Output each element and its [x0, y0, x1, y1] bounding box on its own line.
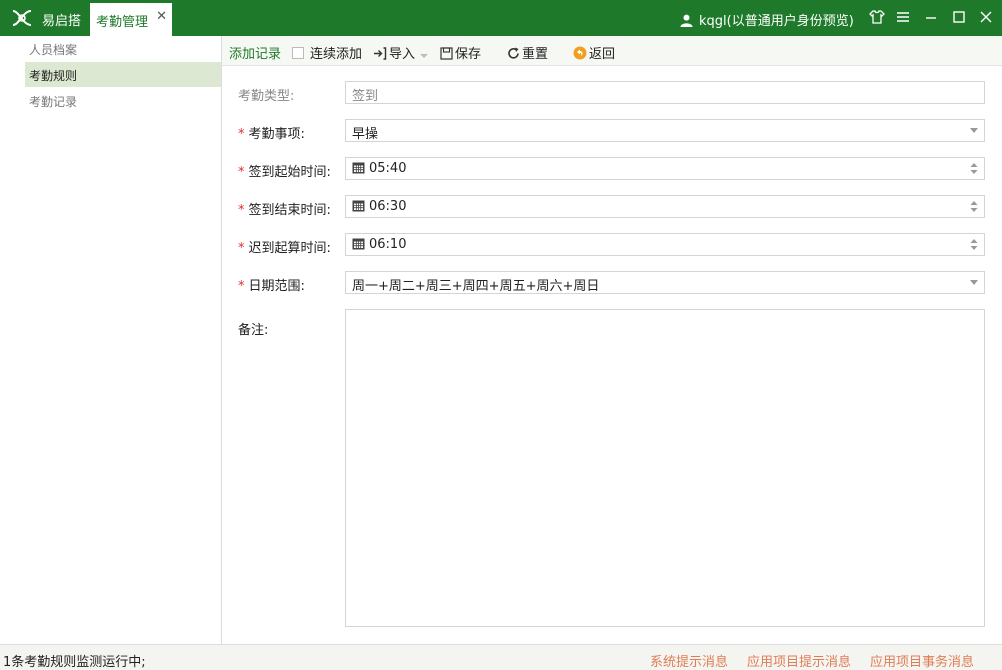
remark-textarea[interactable] — [345, 309, 985, 627]
app-name-tab[interactable]: 易启搭 — [42, 10, 81, 29]
status-text: 1条考勤规则监测运行中; — [3, 655, 146, 670]
tab-label: 考勤管理 — [96, 15, 149, 30]
sidebar-item-attendance-records[interactable]: 考勤记录 — [25, 88, 221, 113]
user-name: kqgl(以普通用户身份预览) — [699, 14, 854, 29]
late-time-label-text: 迟到起算时间: — [248, 241, 331, 256]
start-time-label-text: 签到起始时间: — [248, 165, 331, 180]
spinner-icon[interactable] — [970, 238, 978, 251]
item-label: * 考勤事项: — [238, 123, 305, 142]
checkbox[interactable] — [292, 47, 304, 59]
late-time-value: 06:10 — [369, 237, 407, 252]
required-mark: * — [238, 203, 245, 218]
calendar-icon — [352, 238, 365, 250]
remark-label: 备注: — [238, 323, 269, 338]
reset-button[interactable]: 重置 — [507, 43, 548, 62]
end-time-input[interactable]: 06:30 — [345, 195, 985, 218]
spinner-icon[interactable] — [970, 200, 978, 213]
title-bar: 易启搭 考勤管理 ✕ kqgl(以普通用户身份预览) — [0, 0, 1002, 36]
date-range-value: 周一+周二+周三+周四+周五+周六+周日 — [352, 279, 600, 294]
reset-label: 重置 — [522, 47, 549, 62]
spinner-icon[interactable] — [970, 162, 978, 175]
chevron-down-icon — [420, 54, 429, 58]
import-button[interactable]: 导入 — [373, 43, 431, 62]
continuous-add-checkbox[interactable]: 连续添加 — [292, 43, 362, 62]
date-range-select[interactable]: 周一+周二+周三+周四+周五+周六+周日 — [345, 271, 985, 294]
required-mark: * — [238, 279, 245, 294]
import-label: 导入 — [389, 47, 416, 62]
chevron-down-icon — [970, 128, 978, 133]
user-info[interactable]: kqgl(以普通用户身份预览) — [680, 10, 854, 29]
minimize-icon[interactable] — [922, 8, 940, 26]
end-time-value: 06:30 — [369, 199, 407, 214]
start-time-value: 05:40 — [369, 161, 407, 176]
maximize-icon[interactable] — [950, 8, 968, 26]
import-icon — [374, 47, 387, 60]
item-value: 早操 — [352, 127, 379, 142]
save-label: 保存 — [455, 47, 482, 62]
tab-attendance-management[interactable]: 考勤管理 ✕ — [90, 3, 172, 36]
back-label: 返回 — [589, 47, 616, 62]
back-icon — [573, 46, 587, 60]
app-logo-icon — [12, 10, 32, 26]
close-icon[interactable]: ✕ — [156, 9, 167, 24]
calendar-icon — [352, 200, 365, 212]
back-button[interactable]: 返回 — [573, 43, 615, 62]
sidebar-item-label: 考勤规则 — [29, 69, 78, 83]
user-icon — [680, 14, 693, 27]
start-time-label: * 签到起始时间: — [238, 161, 331, 180]
required-mark: * — [238, 127, 245, 142]
required-mark: * — [238, 241, 245, 256]
late-time-label: * 迟到起算时间: — [238, 237, 331, 256]
end-time-label-text: 签到结束时间: — [248, 203, 331, 218]
chevron-down-icon — [970, 280, 978, 285]
app-project-message-link[interactable]: 应用项目提示消息 — [747, 651, 851, 670]
type-label: 考勤类型: — [238, 89, 295, 104]
item-label-text: 考勤事项: — [248, 127, 305, 142]
menu-icon[interactable] — [894, 8, 912, 26]
app-project-affairs-link[interactable]: 应用项目事务消息 — [870, 651, 974, 670]
late-time-input[interactable]: 06:10 — [345, 233, 985, 256]
date-range-label: * 日期范围: — [238, 275, 305, 294]
sidebar: 人员档案 考勤规则 考勤记录 — [0, 36, 222, 644]
start-time-input[interactable]: 05:40 — [345, 157, 985, 180]
end-time-label: * 签到结束时间: — [238, 199, 331, 218]
required-mark: * — [238, 165, 245, 180]
item-select[interactable]: 早操 — [345, 119, 985, 142]
calendar-icon — [352, 162, 365, 174]
type-field: 签到 — [345, 81, 985, 104]
skin-icon[interactable] — [868, 8, 886, 26]
refresh-icon — [508, 47, 519, 59]
type-value: 签到 — [352, 89, 379, 104]
system-message-link[interactable]: 系统提示消息 — [650, 651, 728, 670]
close-window-icon[interactable] — [977, 8, 995, 26]
sidebar-item-label: 人员档案 — [29, 43, 78, 57]
date-range-label-text: 日期范围: — [248, 279, 305, 294]
toolbar: 添加记录 连续添加 导入 保存 重置 返回 — [222, 36, 1002, 66]
save-icon — [440, 47, 453, 60]
add-record-button[interactable]: 添加记录 — [229, 43, 281, 62]
save-button[interactable]: 保存 — [440, 43, 481, 62]
sidebar-item-personnel-files[interactable]: 人员档案 — [25, 36, 221, 61]
continuous-add-label: 连续添加 — [310, 47, 363, 62]
sidebar-item-label: 考勤记录 — [29, 95, 78, 109]
status-bar: 1条考勤规则监测运行中; 系统提示消息 应用项目提示消息 应用项目事务消息 — [0, 644, 1002, 670]
sidebar-item-attendance-rules[interactable]: 考勤规则 — [25, 62, 221, 87]
